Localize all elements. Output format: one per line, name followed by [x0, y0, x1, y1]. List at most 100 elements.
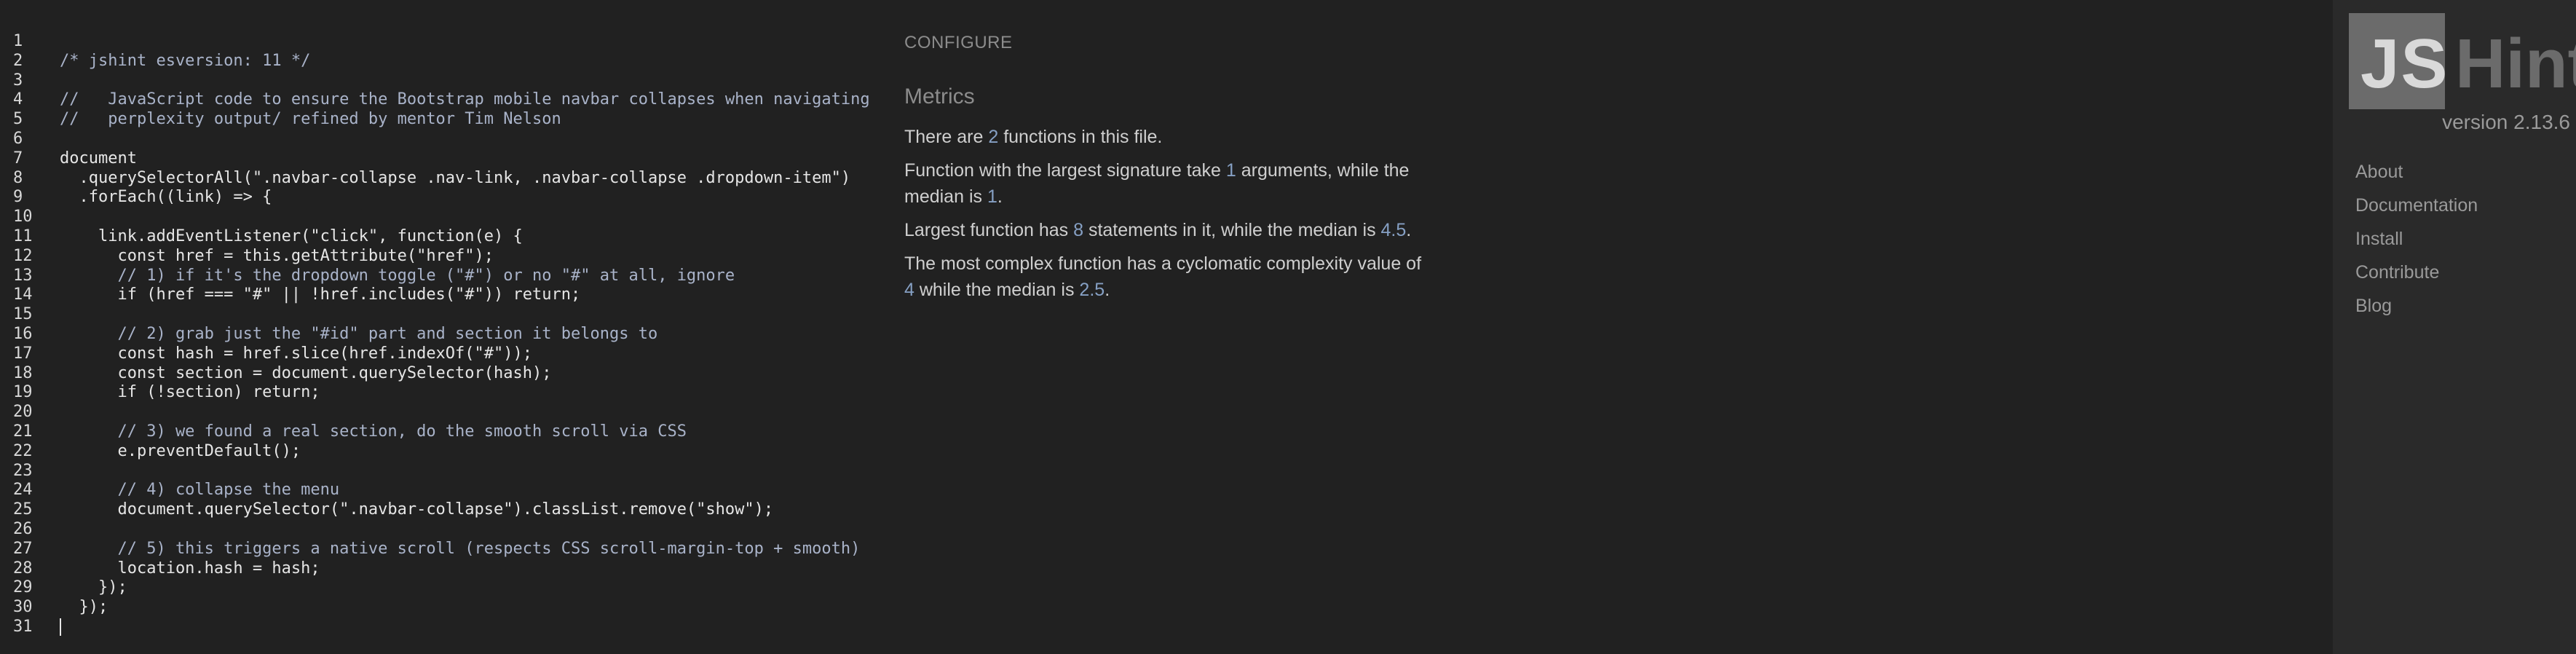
line-number: 7: [13, 149, 23, 168]
code-line[interactable]: .forEach((link) => {: [60, 188, 875, 208]
metric-function-count: There are 2 functions in this file.: [904, 124, 1429, 150]
line-number: 30: [13, 598, 33, 617]
metric-value: 4.5: [1380, 220, 1407, 240]
line-number: 2: [13, 51, 23, 70]
code-line[interactable]: location.hash = hash;: [60, 559, 875, 579]
line-number: 21: [13, 422, 33, 441]
logo-js-text: JS: [2360, 25, 2449, 103]
metrics-list: There are 2 functions in this file. Func…: [904, 124, 1429, 310]
line-number: 3: [13, 71, 23, 90]
metric-value: 2: [988, 127, 999, 147]
code-line[interactable]: const section = document.querySelector(h…: [60, 364, 875, 384]
code-line[interactable]: .querySelectorAll(".navbar-collapse .nav…: [60, 169, 875, 189]
line-number: 11: [13, 226, 33, 245]
nav-link-blog[interactable]: Blog: [2355, 291, 2478, 325]
code-line[interactable]: [60, 305, 875, 325]
code-line[interactable]: [60, 208, 875, 227]
nav-link-about[interactable]: About: [2355, 157, 2478, 191]
line-number: 9: [13, 188, 23, 207]
metric-text: statements in it, while the median is: [1083, 220, 1381, 240]
code-line[interactable]: /* jshint esversion: 11 */: [60, 52, 875, 71]
line-number: 31: [13, 617, 33, 636]
nav-link-install[interactable]: Install: [2355, 224, 2478, 258]
line-number: 5: [13, 110, 23, 129]
line-number: 8: [13, 168, 23, 187]
nav-link-documentation[interactable]: Documentation: [2355, 191, 2478, 224]
code-line[interactable]: });: [60, 598, 875, 618]
line-number: 4: [13, 90, 23, 109]
code-line[interactable]: if (href === "#" || !href.includes("#"))…: [60, 285, 875, 305]
code-line[interactable]: document: [60, 149, 875, 169]
code-line[interactable]: [60, 403, 875, 422]
line-number: 18: [13, 363, 33, 382]
metric-text: functions in this file.: [998, 127, 1163, 147]
code-line[interactable]: // perplexity output/ refined by mentor …: [60, 110, 875, 130]
line-number: 1: [13, 32, 23, 50]
line-number: 15: [13, 305, 33, 324]
sidebar: JS Hint version 2.13.6 About Documentati…: [2333, 0, 2576, 654]
code-line[interactable]: link.addEventListener("click", function(…: [60, 227, 875, 247]
code-text-area[interactable]: /* jshint esversion: 11 */ // JavaScript…: [60, 0, 875, 637]
line-number: 27: [13, 539, 33, 558]
line-number: 22: [13, 441, 33, 460]
metric-text: .: [997, 186, 1003, 207]
code-line[interactable]: // 5) this triggers a native scroll (res…: [60, 540, 875, 559]
code-line[interactable]: // 3) we found a real section, do the sm…: [60, 422, 875, 442]
logo-hint-text: Hint: [2455, 25, 2576, 103]
line-number: 12: [13, 246, 33, 265]
metric-text: Largest function has: [904, 220, 1074, 240]
metric-text: There are: [904, 127, 989, 147]
metric-text: while the median is: [914, 280, 1080, 300]
code-editor[interactable]: 1 2 3 4 5 6 7 8 9 10 11 12 13 14 15 16 1…: [0, 0, 881, 654]
code-line[interactable]: document.querySelector(".navbar-collapse…: [60, 500, 875, 520]
code-line[interactable]: [60, 520, 875, 540]
text-cursor: [60, 618, 61, 636]
code-line[interactable]: e.preventDefault();: [60, 442, 875, 462]
metric-value: 1: [1225, 160, 1236, 181]
metric-text: .: [1105, 280, 1110, 300]
line-number: 24: [13, 481, 33, 500]
line-number: 23: [13, 461, 33, 480]
metric-text: .: [1406, 220, 1412, 240]
metric-value: 4: [904, 280, 914, 300]
report-panel: CONFIGURE Metrics There are 2 functions …: [904, 0, 1429, 654]
sidebar-nav: About Documentation Install Contribute B…: [2355, 157, 2478, 325]
code-line[interactable]: // 2) grab just the "#id" part and secti…: [60, 325, 875, 344]
configure-link[interactable]: CONFIGURE: [904, 33, 1013, 53]
metric-largest-signature: Function with the largest signature take…: [904, 157, 1429, 210]
code-line[interactable]: [60, 130, 875, 149]
line-number: 13: [13, 266, 33, 285]
line-number: 20: [13, 403, 33, 422]
code-line[interactable]: // 4) collapse the menu: [60, 481, 875, 500]
code-line[interactable]: [60, 71, 875, 91]
code-line[interactable]: [60, 32, 875, 52]
metric-value: 2.5: [1079, 280, 1105, 300]
code-line[interactable]: if (!section) return;: [60, 383, 875, 403]
line-number: 26: [13, 519, 33, 538]
version-label: version 2.13.6: [2442, 111, 2570, 133]
line-number: 16: [13, 324, 33, 343]
line-number: 17: [13, 344, 33, 363]
metric-text: The most complex function has a cyclomat…: [904, 253, 1422, 274]
line-number-gutter: 1 2 3 4 5 6 7 8 9 10 11 12 13 14 15 16 1…: [0, 0, 33, 637]
code-line-cursor[interactable]: [60, 618, 875, 637]
code-line[interactable]: });: [60, 578, 875, 598]
code-line[interactable]: [60, 462, 875, 481]
nav-link-contribute[interactable]: Contribute: [2355, 258, 2478, 291]
line-number: 25: [13, 500, 33, 519]
line-number: 29: [13, 578, 33, 597]
metrics-heading: Metrics: [904, 84, 975, 109]
code-line[interactable]: // JavaScript code to ensure the Bootstr…: [60, 90, 875, 110]
code-line[interactable]: const href = this.getAttribute("href");: [60, 247, 875, 267]
code-line[interactable]: const hash = href.slice(href.indexOf("#"…: [60, 344, 875, 364]
jshint-logo[interactable]: JS Hint: [2349, 13, 2576, 109]
line-number: 19: [13, 383, 33, 402]
metric-complexity: The most complex function has a cyclomat…: [904, 251, 1429, 303]
line-number: 6: [13, 129, 23, 148]
line-number: 14: [13, 285, 33, 304]
code-line[interactable]: // 1) if it's the dropdown toggle ("#") …: [60, 267, 875, 286]
metric-text: Function with the largest signature take: [904, 160, 1226, 181]
line-number: 10: [13, 208, 33, 226]
metric-value: 8: [1073, 220, 1083, 240]
line-number: 28: [13, 559, 33, 578]
